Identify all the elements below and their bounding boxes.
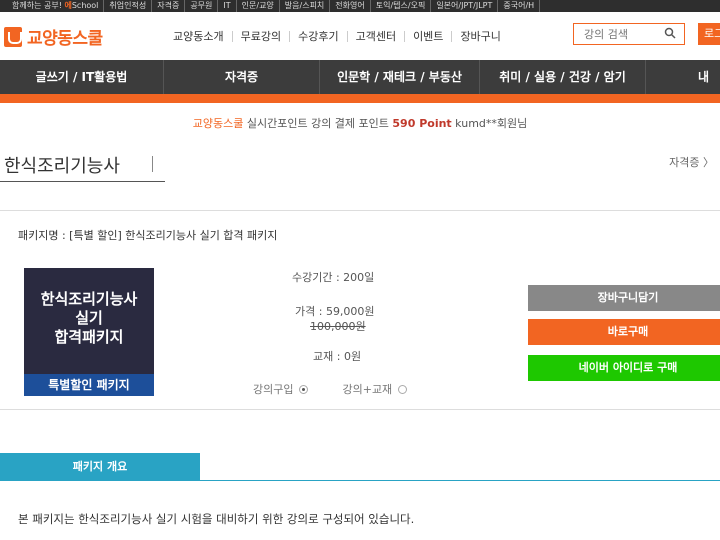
logo-icon xyxy=(4,26,22,47)
catnav-item-my[interactable]: 내 강 xyxy=(646,60,720,118)
thumbnail-title: 한식조리기능사 실기 합격패키지 xyxy=(40,290,138,346)
title-underline xyxy=(0,181,165,182)
thumbnail-badge: 특별할인 패키지 xyxy=(24,374,154,396)
logo-text: 교양동스쿨 xyxy=(27,29,103,49)
search-icon[interactable] xyxy=(664,27,676,39)
overview-divider xyxy=(0,480,720,481)
original-price: 100,000원 xyxy=(310,320,366,333)
catnav-item-humanities[interactable]: 인문학 / 재테크 / 부동산 xyxy=(320,60,480,94)
ticker-brand: 교양동스쿨 xyxy=(192,117,244,130)
header: 교양동스쿨 교양동소개무료강의수강후기고객센터이벤트장바구니 로그인 xyxy=(0,12,720,60)
top-strip-link[interactable]: 일본어/JPT/JLPT xyxy=(431,0,499,12)
gnb-customer-center[interactable]: 고객센터 xyxy=(348,31,406,42)
top-strip-link[interactable]: 자격증 xyxy=(152,0,186,12)
option-lecture-textbook[interactable]: 강의+교재 xyxy=(342,381,408,397)
gnb-about[interactable]: 교양동소개 xyxy=(165,31,233,42)
top-strip-link[interactable]: 발음/스피치 xyxy=(280,0,331,12)
ticker-point: 590 Point xyxy=(392,117,452,130)
option-lecture[interactable]: 강의구입 xyxy=(253,381,309,397)
ticker-text: 실시간포인트 강의 결제 포인트 xyxy=(243,117,393,130)
category-link[interactable]: 자격증 〉 xyxy=(669,154,714,170)
package-name: 패키지명 : [특별 할인] 한식조리기능사 실기 합격 패키지 xyxy=(18,229,278,242)
package-thumbnail: 한식조리기능사 실기 합격패키지 특별할인 패키지 xyxy=(24,268,154,396)
tab-package-overview[interactable]: 패키지 개요 xyxy=(0,453,200,480)
point-ticker: 교양동스쿨 실시간포인트 강의 결제 포인트 590 Point kumd**회… xyxy=(0,115,720,131)
page-title: 한식조리기능사 xyxy=(4,156,120,177)
overview-text: 본 패키지는 한식조리기능사 실기 시험을 대비하기 위한 강의로 구성되어 있… xyxy=(18,512,415,526)
radio-lecture[interactable] xyxy=(299,384,309,394)
top-strip-slogan: 함께하는 공부! 에School xyxy=(0,0,105,12)
top-strip-link[interactable]: 토익/텝스/오픽 xyxy=(371,0,432,12)
buy-now-button[interactable]: 바로구매 xyxy=(528,319,720,345)
gnb-free-lectures[interactable]: 무료강의 xyxy=(233,31,291,42)
gnb-events[interactable]: 이벤트 xyxy=(405,31,453,42)
purchase-options: 강의구입 강의+교재 xyxy=(253,381,408,397)
gnb-cart[interactable]: 장바구니 xyxy=(452,31,508,42)
naver-pay-button[interactable]: 네이버 아이디로 구매 xyxy=(528,355,720,381)
textbook-price: 교재 : 0원 xyxy=(313,350,362,363)
catnav-item-hobby[interactable]: 취미 / 실용 / 건강 / 암기 xyxy=(480,60,646,94)
radio-lecture-textbook[interactable] xyxy=(398,384,408,394)
top-strip-link[interactable]: 전화영어 xyxy=(330,0,371,12)
catnav-item-writing-it[interactable]: 글쓰기 / IT활용법 xyxy=(0,60,164,94)
top-strip-link[interactable]: IT xyxy=(218,0,237,12)
gnb-reviews[interactable]: 수강후기 xyxy=(290,31,348,42)
ticker-user: kumd**회원님 xyxy=(451,117,528,130)
top-strip-link[interactable]: 중국어/H xyxy=(498,0,541,12)
search-box xyxy=(573,23,685,45)
category-nav: 글쓰기 / IT활용법 자격증 인문학 / 재테크 / 부동산 취미 / 실용 … xyxy=(0,60,720,118)
search-input[interactable] xyxy=(574,24,662,44)
page: 함께하는 공부! 에School 취업인적성 자격증 공무원 IT 인문/교양 발음/스피치… xyxy=(0,0,720,540)
sale-price: 가격 : 59,000원 xyxy=(295,305,375,318)
catnav-item-certificate[interactable]: 자격증 xyxy=(164,60,320,94)
top-strip-link[interactable]: 인문/교양 xyxy=(237,0,280,12)
study-period: 수강기간 : 200일 xyxy=(292,271,375,284)
top-strip-link[interactable]: 취업인적성 xyxy=(104,0,153,12)
global-nav: 교양동소개 무료강의 수강후기 고객센터 이벤트 장바구니 xyxy=(165,30,509,43)
top-strip: 함께하는 공부! 에School 취업인적성 자격증 공무원 IT 인문/교양 발음/스피치… xyxy=(0,0,720,12)
category-nav-accent-line xyxy=(0,94,720,103)
package-box: 패키지명 : [특별 할인] 한식조리기능사 실기 합격 패키지 한식조리기능사… xyxy=(0,210,720,410)
login-button[interactable]: 로그인 xyxy=(698,23,720,45)
top-strip-link[interactable]: 공무원 xyxy=(185,0,219,12)
title-separator xyxy=(152,156,153,172)
add-to-cart-button[interactable]: 장바구니담기 xyxy=(528,285,720,311)
logo[interactable]: 교양동스쿨 xyxy=(4,24,103,49)
